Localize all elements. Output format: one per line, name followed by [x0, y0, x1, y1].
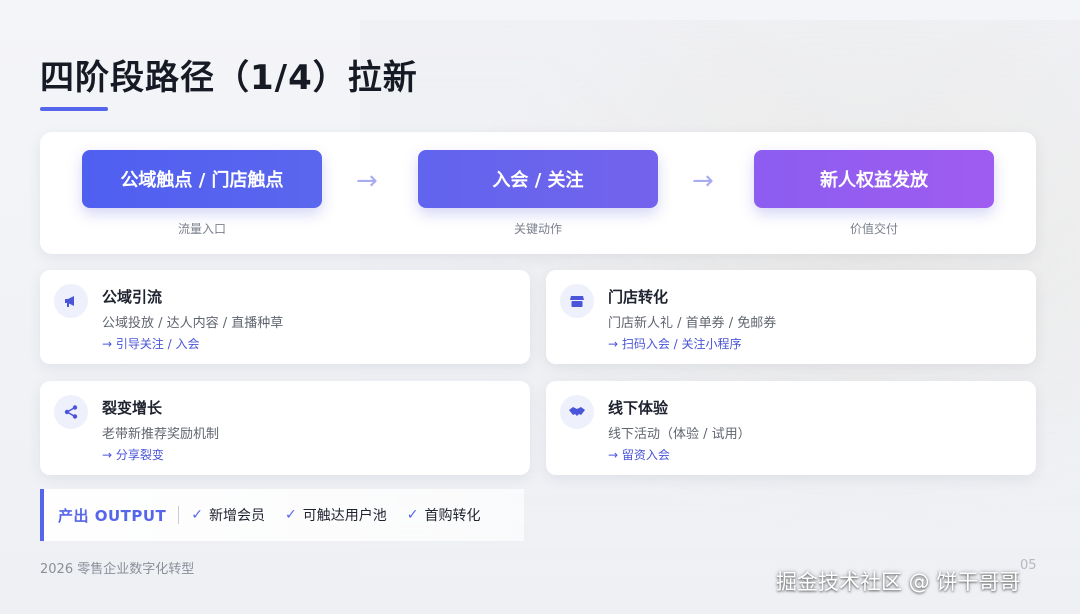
card-title: 裂变增长 [102, 399, 163, 417]
output-item-label: 新增会员 [209, 508, 266, 524]
output-item-label: 可触达用户池 [302, 508, 387, 524]
output-item: ✓ 可触达用户池 [285, 505, 387, 525]
check-icon: ✓ [406, 507, 419, 523]
output-item-label: 首购转化 [424, 508, 481, 524]
handshake-icon [560, 395, 594, 429]
step-join-button[interactable]: 入会 / 关注 [418, 150, 658, 208]
card-link[interactable]: → 分享裂变 [102, 446, 164, 463]
watermark: 掘金技术社区 @ 饼干哥哥 [776, 570, 1021, 594]
store-icon [560, 284, 594, 318]
divider [178, 506, 180, 524]
card-subtitle: 老带新推荐奖励机制 [102, 427, 220, 442]
output-bar: 产出 OUTPUT ✓ 新增会员 ✓ 可触达用户池 ✓ 首购转化 [40, 489, 524, 541]
card-subtitle: 公域投放 / 达人内容 / 直播种草 [102, 316, 284, 331]
share-icon [54, 395, 88, 429]
step-benefit-button[interactable]: 新人权益发放 [754, 150, 994, 208]
output-item: ✓ 首购转化 [407, 505, 481, 525]
step-benefit-caption: 价值交付 [849, 222, 898, 236]
step-touchpoint-caption: 流量入口 [177, 222, 226, 236]
card-store-conversion[interactable]: 门店转化 门店新人礼 / 首单券 / 免邮券 → 扫码入会 / 关注小程序 [546, 270, 1036, 364]
flow-card: 公域触点 / 门店触点 流量入口 → 入会 / 关注 关键动作 → 新人权益发放… [40, 132, 1036, 254]
page-number: 05 [1020, 558, 1037, 573]
card-offline-experience[interactable]: 线下体验 线下活动（体验 / 试用） → 留资入会 [546, 381, 1036, 475]
title-underline [40, 107, 108, 111]
card-title: 线下体验 [608, 399, 669, 417]
output-label: 产出 OUTPUT [58, 506, 167, 525]
card-link[interactable]: → 留资入会 [608, 446, 670, 463]
card-link[interactable]: → 引导关注 / 入会 [102, 335, 200, 352]
footer-text: 2026 零售企业数字化转型 [40, 562, 195, 577]
page-title: 四阶段路径（1/4）拉新 [40, 58, 418, 98]
check-icon: ✓ [285, 507, 297, 523]
megaphone-icon [54, 284, 88, 318]
step-touchpoint-button[interactable]: 公域触点 / 门店触点 [82, 150, 322, 208]
output-item: ✓ 新增会员 [191, 505, 265, 525]
card-subtitle: 门店新人礼 / 首单券 / 免邮券 [608, 316, 777, 331]
card-viral-growth[interactable]: 裂变增长 老带新推荐奖励机制 → 分享裂变 [40, 381, 530, 475]
card-link[interactable]: → 扫码入会 / 关注小程序 [608, 335, 742, 352]
card-public-traffic[interactable]: 公域引流 公域投放 / 达人内容 / 直播种草 → 引导关注 / 入会 [40, 270, 530, 364]
flow-arrow-icon: → [692, 166, 714, 196]
flow-arrow-icon: → [356, 166, 378, 196]
card-subtitle: 线下活动（体验 / 试用） [608, 427, 751, 442]
check-icon: ✓ [191, 507, 204, 523]
card-title: 门店转化 [608, 288, 669, 306]
step-join-caption: 关键动作 [513, 222, 562, 236]
card-title: 公域引流 [102, 288, 163, 306]
